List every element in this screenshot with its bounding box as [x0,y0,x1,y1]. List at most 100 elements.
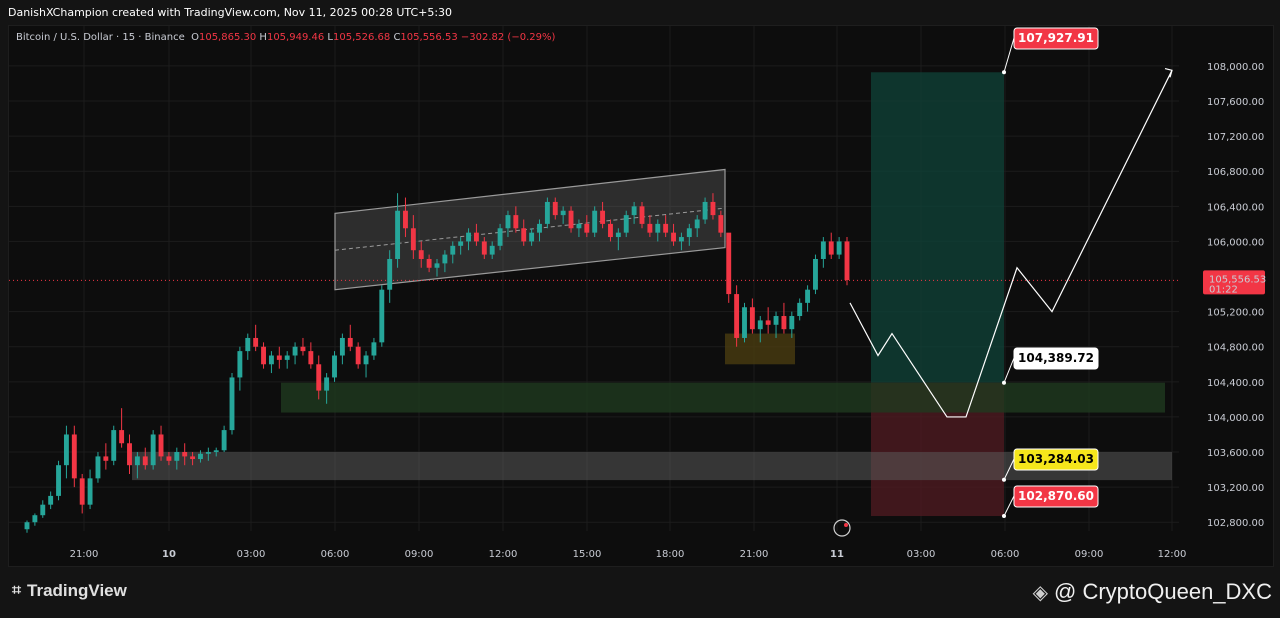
y-axis-tick-label: 107,600.00 [1207,97,1264,108]
candle-body [513,215,519,229]
candle-body [316,364,322,391]
candle-body [529,232,535,242]
candle-body [718,215,724,233]
x-axis-tick-label: 15:00 [573,549,602,560]
candle-body [789,316,795,330]
stop-label-anchor [1002,514,1006,519]
candle-body [111,430,117,461]
change-value: −302.82 (−0.29%) [460,32,556,43]
candle-body [63,434,69,466]
candle-body [300,346,306,352]
price-chart[interactable]: 107,927.91 104,389.72 103,284.03 102,870.60… [9,26,1273,566]
candle-body [166,456,172,461]
candle-body [592,210,598,233]
candle-body [284,355,290,360]
author-handle: ◈ @ CryptoQueen_DXC [1033,579,1272,605]
candle-body [190,456,196,460]
high-label: H [259,32,267,43]
candle-body [537,223,542,233]
x-axis-tick-label: 03:00 [237,549,266,560]
candle-body [828,241,834,255]
candle-body [40,504,46,516]
attribution: DanishXChampion created with TradingView… [8,6,453,19]
candle-body [142,456,148,466]
brand-name: TradingView [27,581,127,600]
x-axis-tick-label: 09:00 [1075,549,1104,560]
candle-body [403,210,408,229]
candle-body [820,241,826,259]
open-label: O [191,32,199,43]
candle-body [261,346,266,365]
target-label-text: 107,927.91 [1018,31,1094,45]
candle-body [734,294,740,338]
candle-body [742,307,747,338]
candle-body [631,206,637,216]
candle-body [505,215,511,229]
candle-body [781,316,787,330]
replay-icon-dot [844,523,848,527]
candle-body [442,254,448,264]
candle-body [450,245,456,255]
candle-body [87,478,93,505]
candle-body [24,522,30,530]
candle-body [458,241,464,246]
candle-body [387,258,393,290]
candle-body [205,452,211,454]
candle-body [726,232,732,295]
candle-body [71,434,77,479]
symbol-legend[interactable]: Bitcoin / U.S. Dollar · 15 · Binance O10… [16,32,555,43]
candle-body [639,206,645,224]
candle-body [600,210,606,224]
candle-body [473,232,479,242]
y-axis-tick-label: 107,200.00 [1207,132,1264,143]
candle-body [426,258,432,268]
candle-body [158,434,164,457]
candle-body [48,495,54,505]
candle-body [32,515,38,523]
candle-body [489,245,495,255]
candle-body [347,337,353,347]
x-axis-tick-label: 21:00 [70,549,99,560]
candle-body [410,228,416,251]
y-axis-tick-label: 104,000.00 [1207,413,1264,424]
candle-body [757,320,763,330]
candle-body [813,258,818,290]
candle-body [119,430,125,444]
candle-body [647,223,653,233]
tradingview-logo[interactable]: ⌗ TradingView [12,581,127,601]
support-zone [281,382,1165,413]
candle-body [552,201,558,216]
entry-label-text: 104,389.72 [1018,351,1094,365]
y-axis-tick-label: 104,400.00 [1207,378,1264,389]
candle-body [576,223,582,229]
candle-body [379,289,385,343]
open-value: 105,865.30 [198,32,257,43]
x-axis-tick-label: 12:00 [489,549,518,560]
y-axis-tick-label: 103,200.00 [1207,483,1264,494]
x-axis-tick-label: 06:00 [321,549,350,560]
entry-label-anchor [1002,380,1006,385]
candle-body [615,232,621,238]
candle-body [332,355,337,378]
candle-body [308,351,314,365]
candle-body [221,430,227,451]
candle-body [127,443,132,466]
candle-body [395,210,401,259]
high-value: 105,949.46 [266,32,325,43]
x-axis-tick-label: 10 [162,549,176,560]
y-axis-tick-label: 105,200.00 [1207,308,1264,319]
candle-body [174,452,180,461]
close-value: 105,556.53 [400,32,458,43]
candle-body [521,228,527,242]
symbol-name[interactable]: Bitcoin / U.S. Dollar · 15 · Binance [16,32,185,43]
chart-panel[interactable]: 107,927.91 104,389.72 103,284.03 102,870.60… [8,25,1274,567]
candle-body [655,223,661,233]
candle-body [608,223,613,238]
candle-body [844,241,850,281]
y-axis-tick-label: 103,600.00 [1207,448,1264,459]
x-axis-tick-label: 03:00 [907,549,936,560]
candle-body [324,377,330,391]
support-label-text: 103,284.03 [1018,452,1094,466]
low-value: 105,526.68 [332,32,391,43]
candle-body [339,337,345,356]
